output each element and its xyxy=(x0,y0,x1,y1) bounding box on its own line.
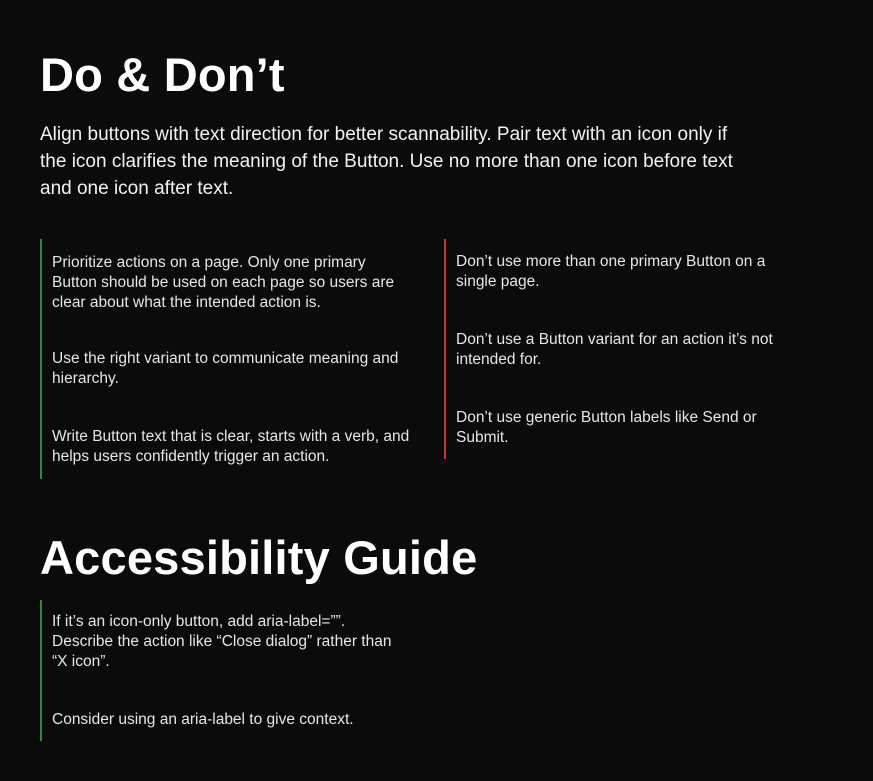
accessibility-item: Consider using an aria-label to give con… xyxy=(52,711,354,728)
dont-item: Don’t use generic Button labels like Sen… xyxy=(456,409,757,446)
do-list: Prioritize actions on a page. Only one p… xyxy=(40,239,420,479)
dont-item: Don’t use more than one primary Button o… xyxy=(456,253,766,290)
dont-item: Don’t use a Button variant for an action… xyxy=(456,331,773,368)
do-dont-intro: Align buttons with text direction for be… xyxy=(40,124,733,199)
do-item: Prioritize actions on a page. Only one p… xyxy=(52,254,395,311)
dont-list: Don’t use more than one primary Button o… xyxy=(444,239,824,459)
accessibility-list: If it’s an icon-only button, add aria-la… xyxy=(40,600,420,741)
do-dont-heading: Do & Don’t xyxy=(40,48,285,101)
accessibility-item: If it’s an icon-only button, add aria-la… xyxy=(52,613,392,670)
do-item: Use the right variant to communicate mea… xyxy=(52,350,399,387)
accessibility-heading: Accessibility Guide xyxy=(40,531,478,584)
do-item: Write Button text that is clear, starts … xyxy=(52,428,410,465)
